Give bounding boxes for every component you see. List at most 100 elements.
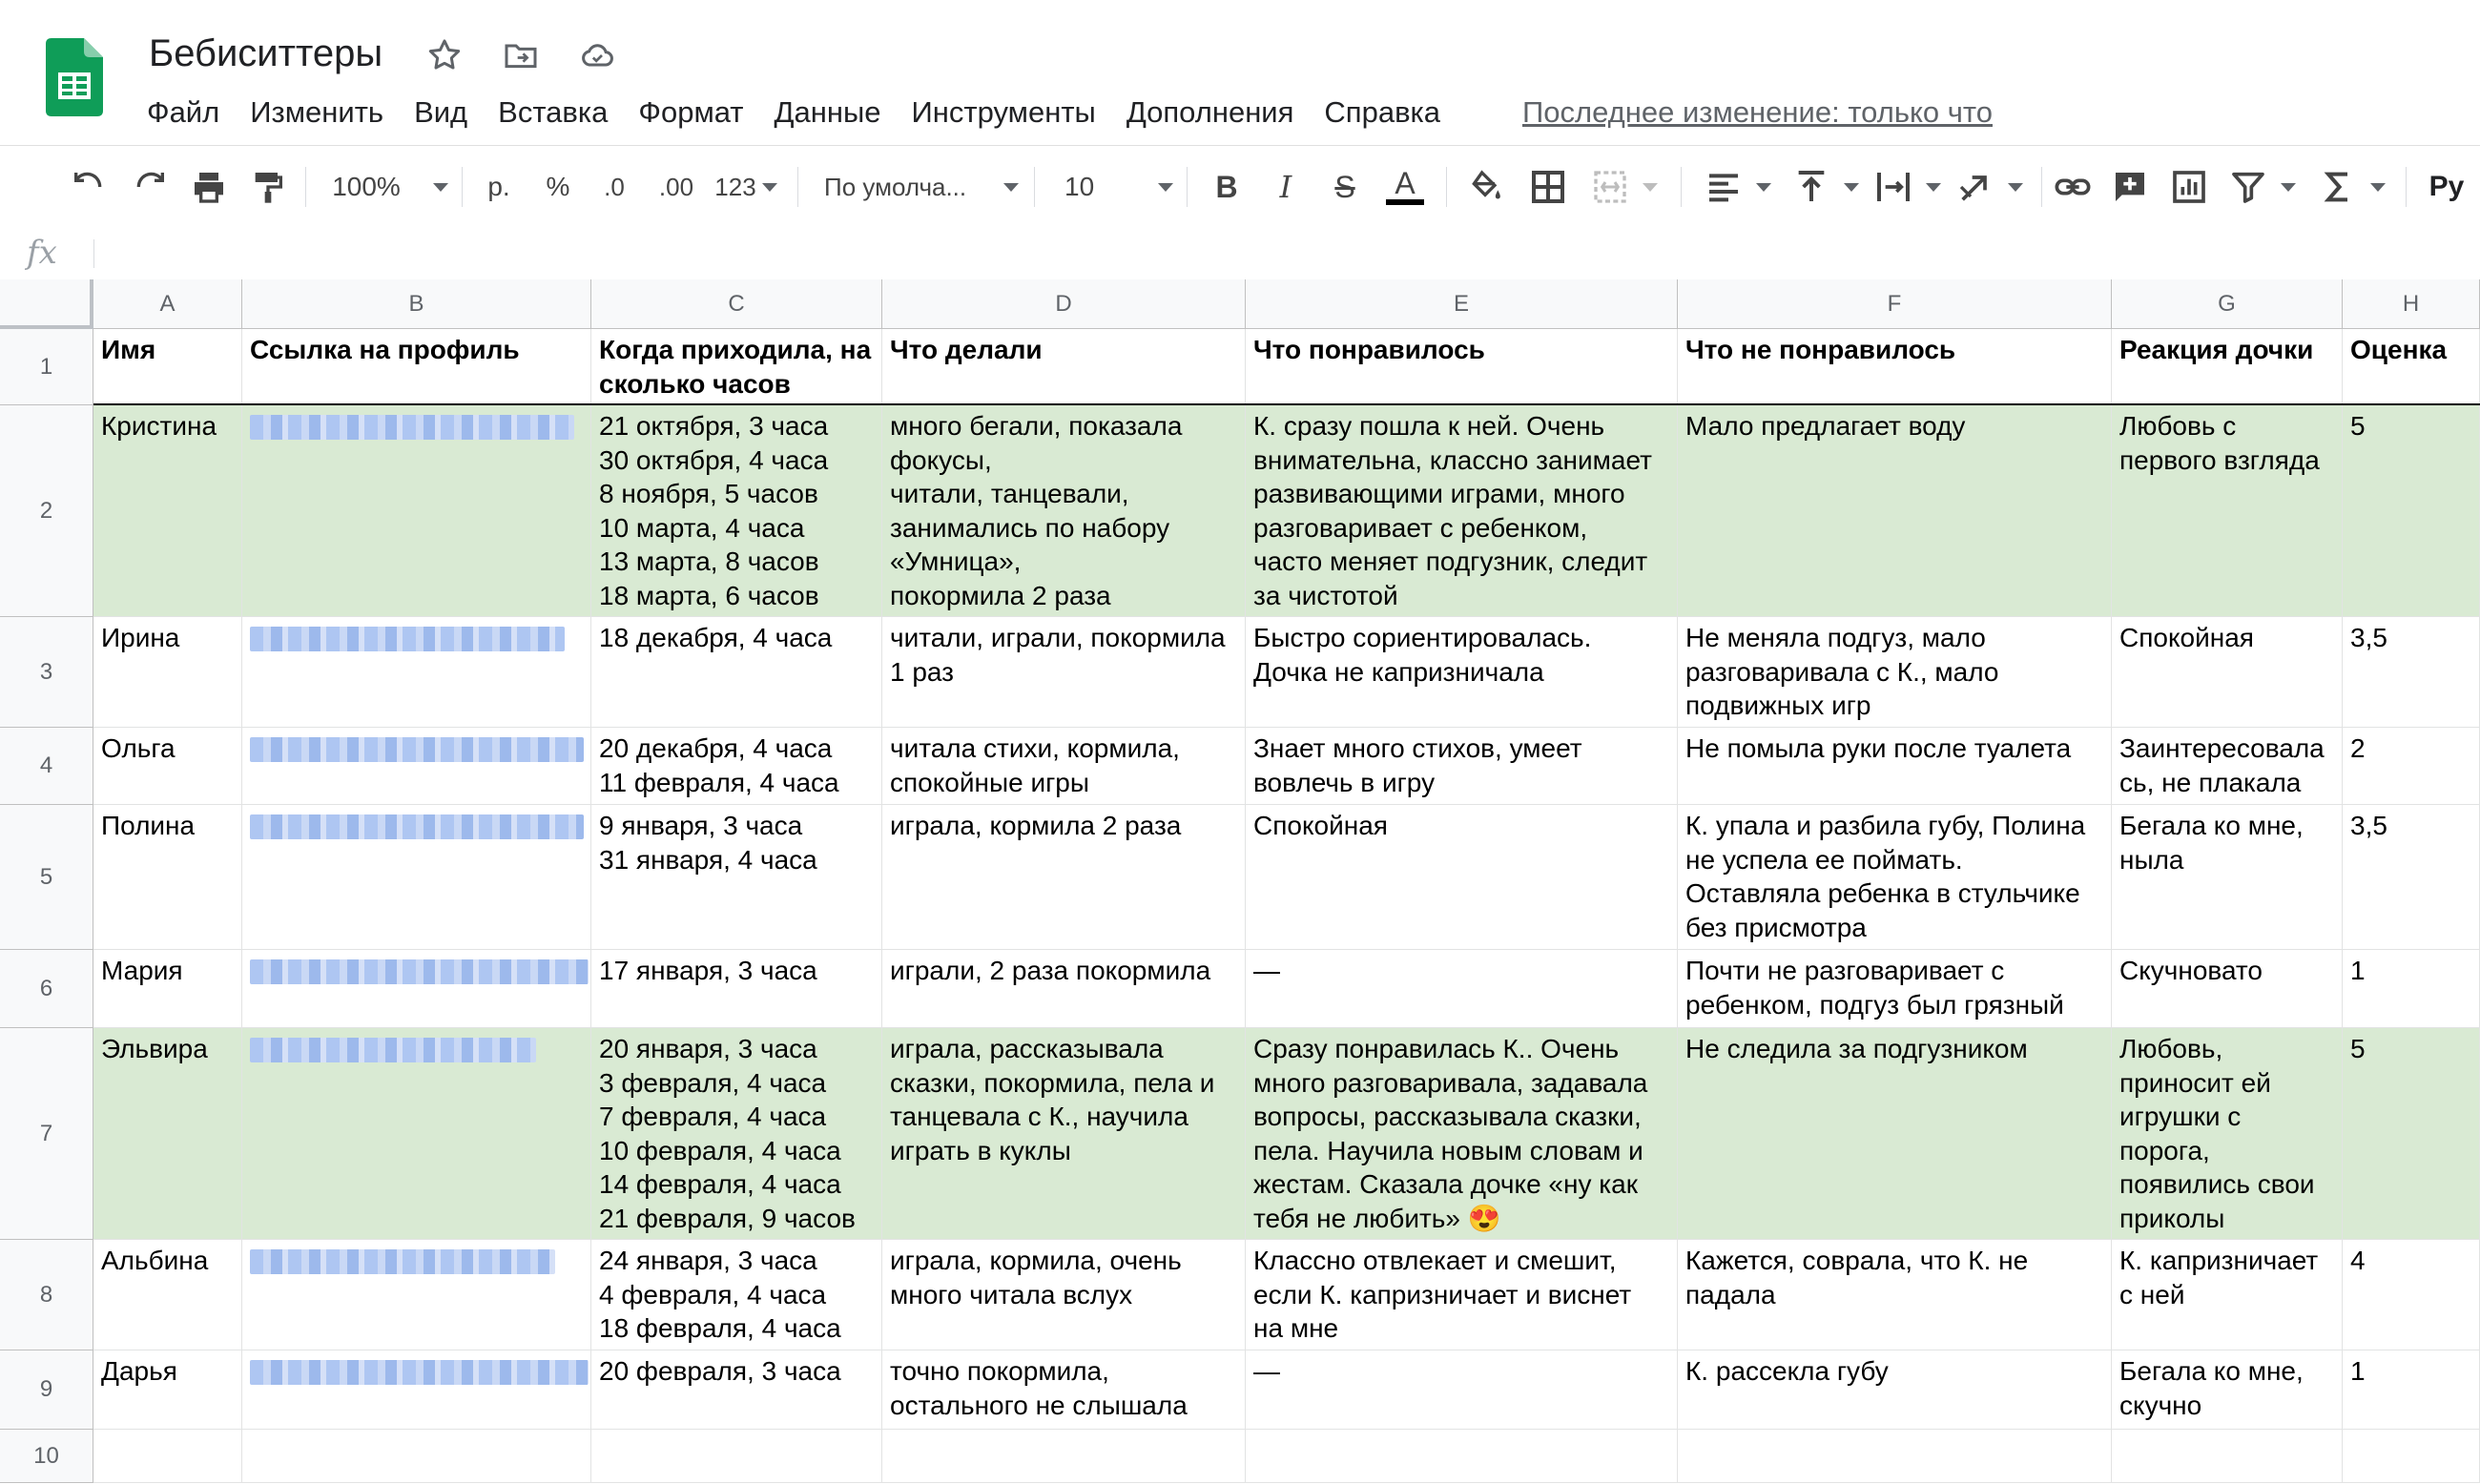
header-cell-profile-link[interactable]: Ссылка на профиль	[242, 329, 591, 405]
cell-activities[interactable]: играли, 2 раза покормила	[882, 950, 1246, 1028]
percent-format-button[interactable]: %	[538, 146, 578, 228]
blurred-profile-link[interactable]	[250, 1360, 589, 1385]
column-header-c[interactable]: C	[591, 279, 882, 329]
font-size-select[interactable]: 10	[1064, 146, 1173, 228]
cell-profile-link[interactable]	[242, 1240, 591, 1350]
cell-rating[interactable]: 3,5	[2343, 805, 2480, 950]
menu-view[interactable]: Вид	[399, 92, 483, 134]
increase-decimal-button[interactable]: .00	[651, 146, 702, 228]
cloud-saved-icon[interactable]	[578, 36, 616, 74]
column-header-f[interactable]: F	[1678, 279, 2112, 329]
cell-disliked[interactable]: Почти не разговаривает с ребенком, подгу…	[1678, 950, 2112, 1028]
zoom-select[interactable]: 100%	[328, 146, 452, 228]
menu-file[interactable]: Файл	[147, 92, 235, 134]
cell-name[interactable]: Ольга	[93, 728, 242, 805]
cell-rating[interactable]: 3,5	[2343, 617, 2480, 728]
menu-edit[interactable]: Изменить	[235, 92, 399, 134]
document-title[interactable]: Бебиситтеры	[149, 32, 382, 75]
select-all-corner[interactable]	[0, 279, 93, 329]
italic-button[interactable]: I	[1267, 146, 1305, 228]
column-header-a[interactable]: A	[93, 279, 242, 329]
cell-visits[interactable]: 24 января, 3 часа 4 февраля, 4 часа 18 ф…	[591, 1240, 882, 1350]
functions-button[interactable]	[2316, 146, 2388, 228]
cell-disliked[interactable]: Не помыла руки после туалета	[1678, 728, 2112, 805]
text-wrap-button[interactable]	[1871, 146, 1944, 228]
sheets-logo-icon[interactable]	[46, 38, 103, 116]
text-color-button[interactable]: A	[1383, 146, 1427, 228]
menu-addons[interactable]: Дополнения	[1111, 92, 1310, 134]
borders-button[interactable]	[1526, 146, 1570, 228]
redo-button[interactable]	[128, 146, 172, 228]
merge-cells-button[interactable]	[1585, 146, 1664, 228]
horizontal-align-button[interactable]	[1702, 146, 1774, 228]
menu-help[interactable]: Справка	[1309, 92, 1456, 134]
menu-tools[interactable]: Инструменты	[897, 92, 1111, 134]
cell-name[interactable]: Полина	[93, 805, 242, 950]
cell-profile-link[interactable]	[242, 805, 591, 950]
cell-liked[interactable]: Знает много стихов, умеет вовлечь в игру	[1246, 728, 1678, 805]
cell-activities[interactable]	[882, 1430, 1246, 1483]
cell-liked[interactable]: Спокойная	[1246, 805, 1678, 950]
decrease-decimal-button[interactable]: .0	[591, 146, 637, 228]
cell-liked[interactable]: Классно отвлекает и смешит, если К. капр…	[1246, 1240, 1678, 1350]
row-header-10[interactable]: 10	[0, 1430, 93, 1483]
cell-disliked[interactable]: Кажется, соврала, что К. не падала	[1678, 1240, 2112, 1350]
column-header-e[interactable]: E	[1246, 279, 1678, 329]
menu-data[interactable]: Данные	[759, 92, 897, 134]
cell-rating[interactable]: 1	[2343, 950, 2480, 1028]
cell-name[interactable]: Кристина	[93, 405, 242, 617]
font-family-select[interactable]: По умолча...	[824, 146, 1019, 228]
cell-reaction[interactable]	[2112, 1430, 2343, 1483]
row-header-6[interactable]: 6	[0, 950, 93, 1028]
cell-profile-link[interactable]	[242, 405, 591, 617]
cell-rating[interactable]: 5	[2343, 1028, 2480, 1240]
cell-name[interactable]: Альбина	[93, 1240, 242, 1350]
cell-name[interactable]	[93, 1430, 242, 1483]
strikethrough-button[interactable]: S	[1326, 146, 1364, 228]
cell-visits[interactable]: 18 декабря, 4 часа	[591, 617, 882, 728]
cell-rating[interactable]: 4	[2343, 1240, 2480, 1350]
row-header-5[interactable]: 5	[0, 805, 93, 950]
cell-activities[interactable]: много бегали, показала фокусы, читали, т…	[882, 405, 1246, 617]
row-header-7[interactable]: 7	[0, 1028, 93, 1240]
header-cell-disliked[interactable]: Что не понравилось	[1678, 329, 2112, 405]
cell-activities[interactable]: читали, играли, покормила 1 раз	[882, 617, 1246, 728]
cell-rating[interactable]: 2	[2343, 728, 2480, 805]
column-header-d[interactable]: D	[882, 279, 1246, 329]
blurred-profile-link[interactable]	[250, 1249, 555, 1274]
formula-input[interactable]	[105, 228, 2470, 279]
insert-chart-button[interactable]	[2167, 146, 2211, 228]
cell-liked[interactable]: К. сразу пошла к ней. Очень внимательна,…	[1246, 405, 1678, 617]
cell-reaction[interactable]: Заинтересовала сь, не плакала	[2112, 728, 2343, 805]
vertical-align-button[interactable]	[1789, 146, 1862, 228]
move-to-folder-icon[interactable]	[502, 36, 540, 74]
cell-name[interactable]: Ирина	[93, 617, 242, 728]
cell-disliked[interactable]: К. упала и разбила губу, Полина не успел…	[1678, 805, 2112, 950]
filter-button[interactable]	[2226, 146, 2299, 228]
header-cell-name[interactable]: Имя	[93, 329, 242, 405]
blurred-profile-link[interactable]	[250, 1038, 536, 1062]
cell-visits[interactable]: 20 декабря, 4 часа 11 февраля, 4 часа	[591, 728, 882, 805]
cell-visits[interactable]: 20 февраля, 3 часа	[591, 1350, 882, 1430]
star-icon[interactable]	[425, 36, 464, 74]
cell-reaction[interactable]: Скучновато	[2112, 950, 2343, 1028]
header-cell-rating[interactable]: Оценка	[2343, 329, 2480, 405]
cell-activities[interactable]: играла, кормила, очень много читала вслу…	[882, 1240, 1246, 1350]
cell-liked[interactable]: Быстро сориентировалась. Дочка не каприз…	[1246, 617, 1678, 728]
cell-name[interactable]: Мария	[93, 950, 242, 1028]
menu-insert[interactable]: Вставка	[483, 92, 623, 134]
cell-disliked[interactable]: Мало предлагает воду	[1678, 405, 2112, 617]
row-header-9[interactable]: 9	[0, 1350, 93, 1430]
cell-visits[interactable]: 9 января, 3 часа 31 января, 4 часа	[591, 805, 882, 950]
cell-profile-link[interactable]	[242, 728, 591, 805]
header-cell-reaction[interactable]: Реакция дочки	[2112, 329, 2343, 405]
header-cell-activities[interactable]: Что делали	[882, 329, 1246, 405]
row-header-3[interactable]: 3	[0, 617, 93, 728]
row-header-4[interactable]: 4	[0, 728, 93, 805]
header-cell-visits[interactable]: Когда приходила, на сколько часов	[591, 329, 882, 405]
column-header-g[interactable]: G	[2112, 279, 2343, 329]
cell-liked[interactable]	[1246, 1430, 1678, 1483]
cell-visits[interactable]: 20 января, 3 часа 3 февраля, 4 часа 7 фе…	[591, 1028, 882, 1240]
cell-liked[interactable]: —	[1246, 950, 1678, 1028]
input-tools-button[interactable]: Рy	[2423, 146, 2470, 228]
